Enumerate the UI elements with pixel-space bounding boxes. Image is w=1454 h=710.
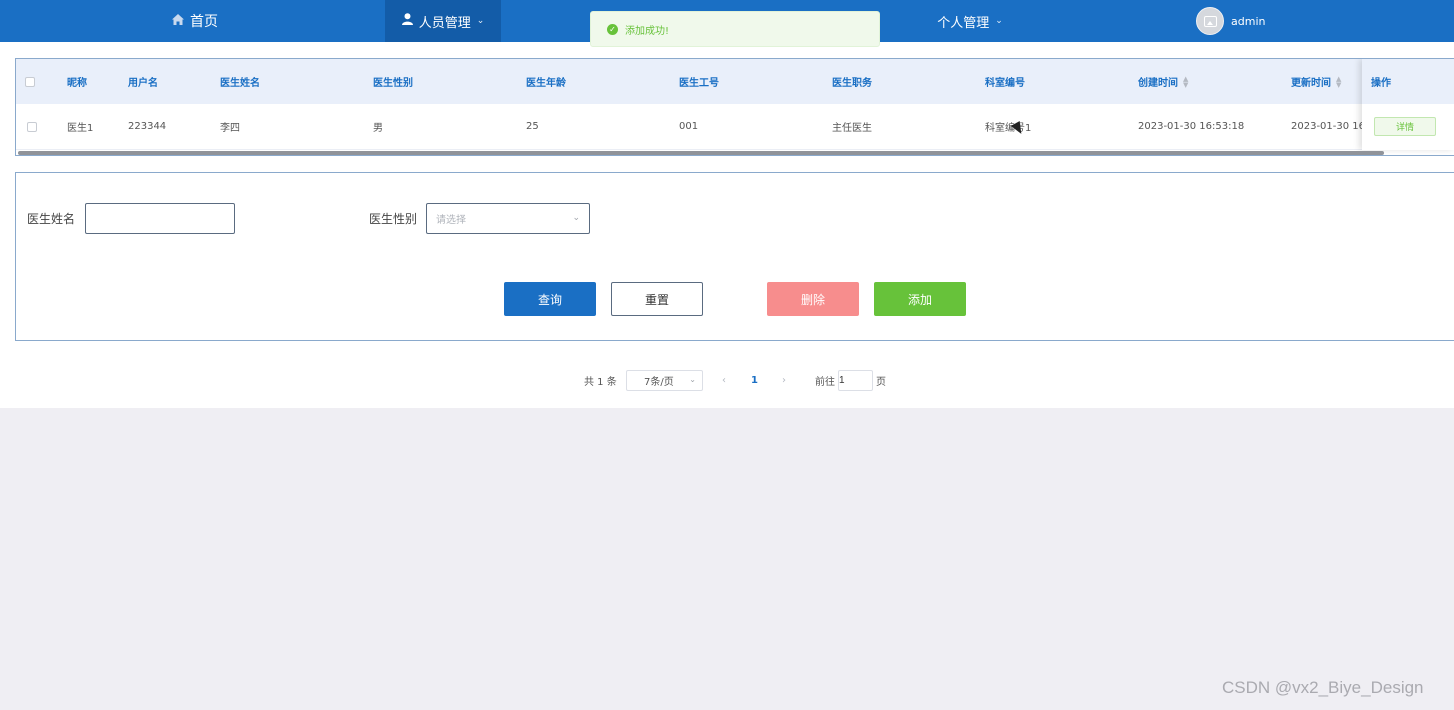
cell-username: 223344 <box>128 121 167 132</box>
chevron-down-icon: ⌄ <box>572 213 580 223</box>
check-circle-icon: ✓ <box>607 23 618 35</box>
row-checkbox[interactable] <box>27 104 37 149</box>
header-updated[interactable]: 更新时间 ▲ ▼ <box>1291 59 1341 104</box>
doctor-gender-label: 医生性别 <box>369 212 418 226</box>
chevron-left-icon: ‹ <box>722 375 726 386</box>
select-all-checkbox[interactable] <box>25 59 35 104</box>
home-icon <box>172 13 184 29</box>
cell-nickname: 医生1 <box>67 123 94 134</box>
avatar <box>1196 7 1224 35</box>
nav-home-label: 首页 <box>190 14 218 30</box>
chevron-right-icon: › <box>782 375 786 386</box>
goto-page-input[interactable] <box>838 370 873 391</box>
current-page[interactable]: 1 <box>751 370 758 391</box>
cell-doctor-name: 李四 <box>220 123 240 134</box>
cell-job-no: 001 <box>679 121 699 132</box>
prev-page-button[interactable]: ‹ <box>722 370 726 391</box>
chevron-down-icon: ⌄ <box>689 375 696 384</box>
nav-personal-label: 个人管理 <box>937 15 990 31</box>
header-created-label: 创建时间 <box>1138 78 1178 89</box>
nav-people-label: 人员管理 <box>418 15 471 31</box>
delete-button[interactable]: 删除 <box>767 282 859 316</box>
header-username: 用户名 <box>128 78 158 89</box>
doctor-name-label: 医生姓名 <box>27 212 76 226</box>
cell-created: 2023-01-30 16:53:18 <box>1138 121 1245 132</box>
sort-icon[interactable]: ▲ ▼ <box>1183 75 1188 88</box>
header-doctor-name: 医生姓名 <box>220 78 260 89</box>
goto-suffix: 页 <box>876 377 886 388</box>
header-updated-label: 更新时间 <box>1291 78 1331 89</box>
next-page-button[interactable]: › <box>782 370 786 391</box>
header-dept-no: 科室编号 <box>985 78 1025 89</box>
username-label: admin <box>1231 14 1266 28</box>
header-action: 操作 <box>1362 59 1454 104</box>
pager-total: 共 1 条 <box>584 377 617 388</box>
query-button[interactable]: 查询 <box>504 282 596 316</box>
header-job-no: 医生工号 <box>679 78 719 89</box>
nav-people-management[interactable]: 人员管理 ⌄ <box>385 0 501 42</box>
horizontal-scrollbar[interactable] <box>18 151 1384 155</box>
cell-age: 25 <box>526 121 539 132</box>
image-icon <box>1203 15 1217 27</box>
user-menu[interactable]: admin <box>1196 0 1286 42</box>
header-title: 医生职务 <box>832 78 872 89</box>
fixed-action-column: 操作 详情 <box>1362 59 1454 150</box>
goto-prefix: 前往 <box>815 377 835 388</box>
watermark: CSDN @vx2_Biye_Design <box>1222 678 1424 697</box>
toast-message: 添加成功! <box>625 25 670 37</box>
success-toast: ✓ 添加成功! <box>590 11 880 47</box>
table-row: 医生1 223344 李四 男 25 001 主任医生 科室编号1 2023-0… <box>16 104 1454 150</box>
header-created[interactable]: 创建时间 ▲ ▼ <box>1138 59 1188 104</box>
header-gender: 医生性别 <box>373 78 413 89</box>
nav-personal-management[interactable]: 个人管理 ⌄ <box>905 0 1035 42</box>
doctor-gender-select[interactable]: 请选择 ⌄ <box>426 203 590 234</box>
chevron-down-icon: ⌄ <box>995 16 1003 26</box>
doctor-table: 昵称 用户名 医生姓名 医生性别 医生年龄 医生工号 医生职务 科室编号 创建时… <box>15 58 1454 156</box>
nav-home[interactable]: 首页 <box>130 0 260 42</box>
cell-gender: 男 <box>373 123 383 134</box>
search-form: 医生姓名 医生性别 请选择 ⌄ 查询 重置 删除 添加 <box>15 172 1454 341</box>
detail-button[interactable]: 详情 <box>1374 117 1436 136</box>
header-nickname: 昵称 <box>67 78 87 89</box>
chevron-down-icon: ⌄ <box>476 16 485 26</box>
header-age: 医生年龄 <box>526 78 566 89</box>
page-size-select[interactable]: 7条/页 ⌄ <box>626 370 703 391</box>
cell-dept-no: 科室编号1 <box>985 123 1032 134</box>
cell-title: 主任医生 <box>832 123 872 134</box>
add-button[interactable]: 添加 <box>874 282 966 316</box>
page-size-value: 7条/页 <box>644 377 674 388</box>
sort-icon[interactable]: ▲ ▼ <box>1336 75 1341 88</box>
reset-button[interactable]: 重置 <box>611 282 703 316</box>
table-header: 昵称 用户名 医生姓名 医生性别 医生年龄 医生工号 医生职务 科室编号 创建时… <box>16 59 1454 104</box>
doctor-name-input[interactable] <box>85 203 235 234</box>
gender-select-placeholder: 请选择 <box>436 215 466 226</box>
user-icon <box>401 13 413 29</box>
